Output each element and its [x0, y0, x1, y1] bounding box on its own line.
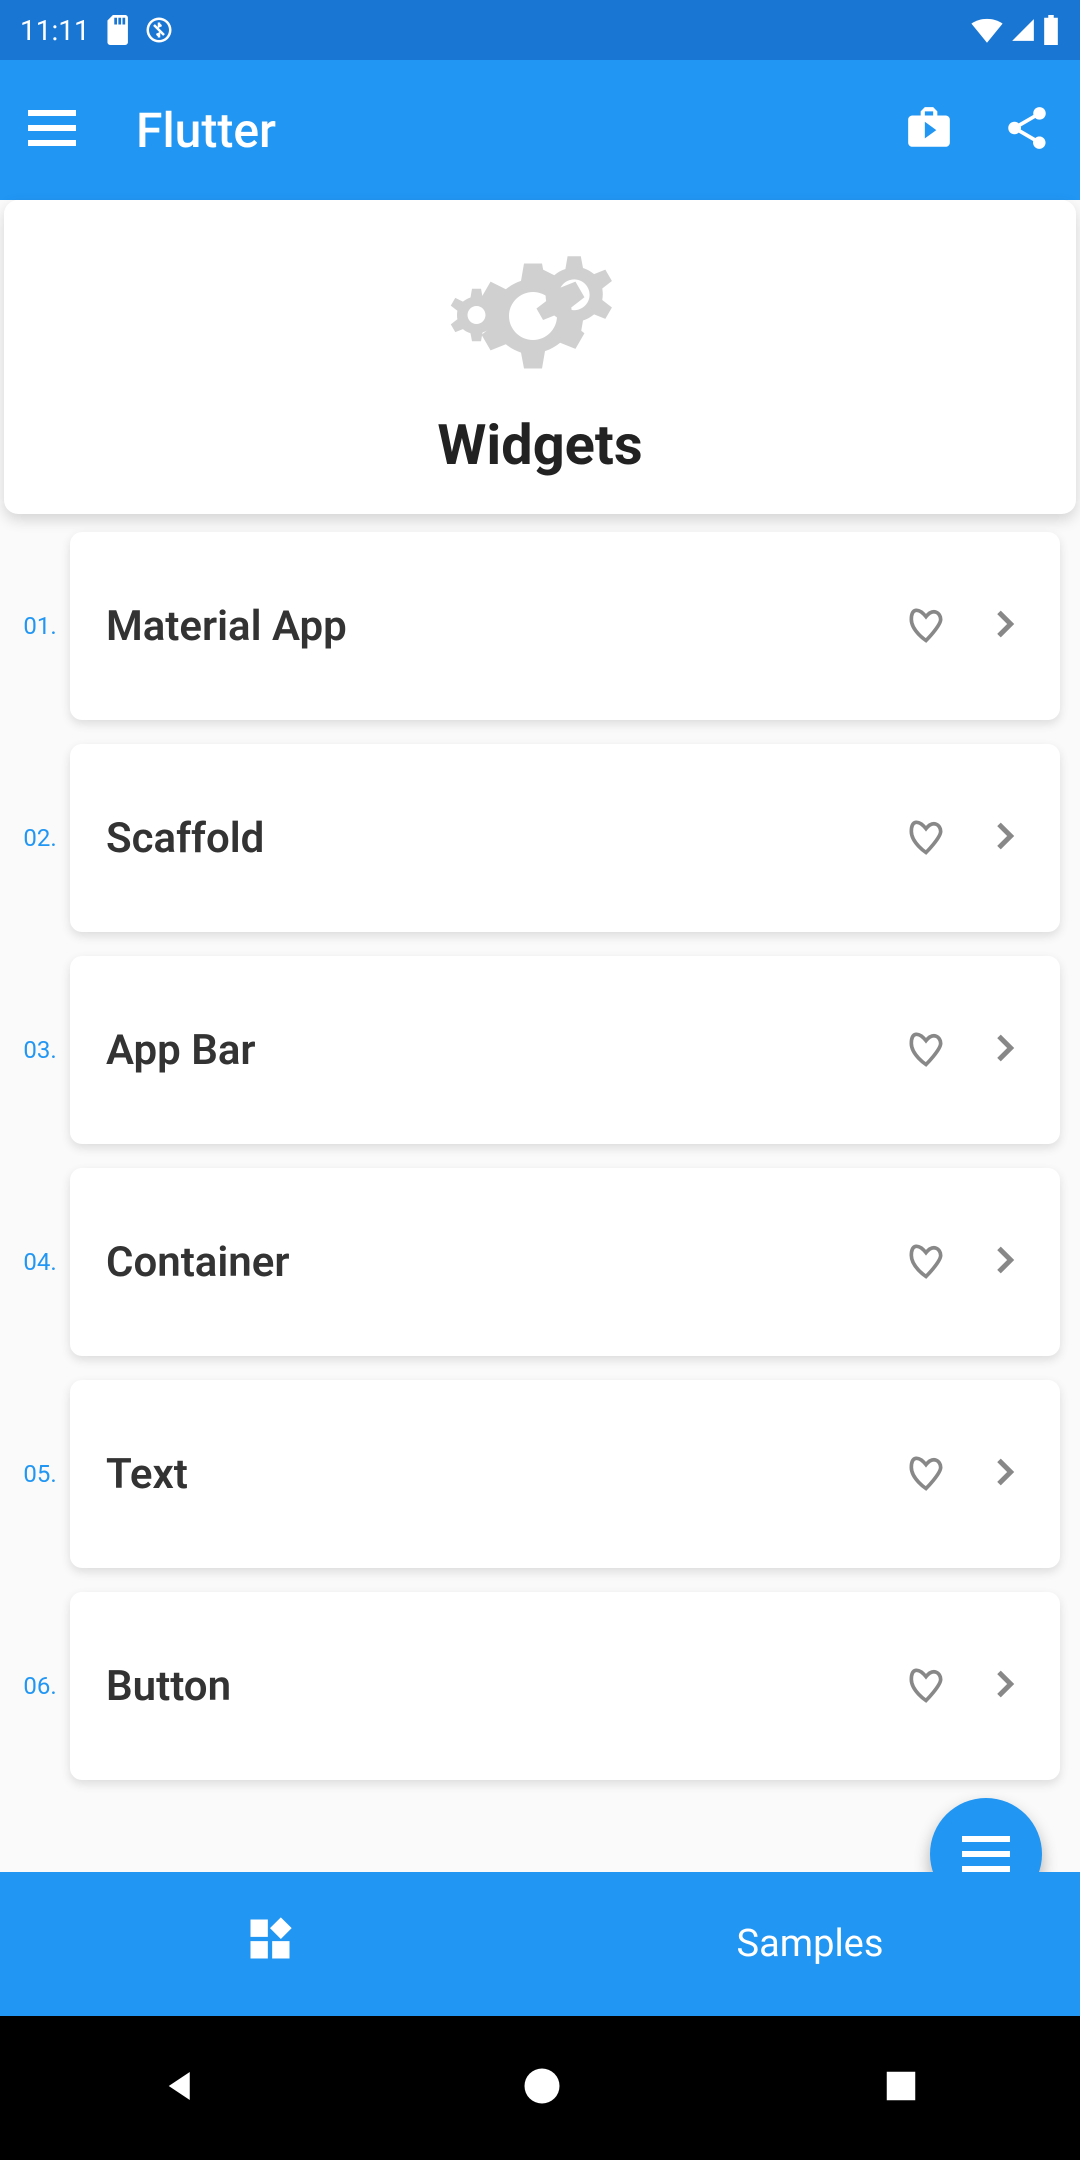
hero-card: Widgets	[4, 200, 1076, 514]
list-item: 06. Button	[10, 1592, 1060, 1780]
tab-widgets[interactable]	[0, 1872, 540, 2016]
wifi-icon	[970, 17, 1004, 43]
list-item: 01. Material App	[10, 532, 1060, 720]
widget-card-container[interactable]: Container	[70, 1168, 1060, 1356]
sd-card-icon	[104, 15, 130, 45]
heart-icon[interactable]	[904, 1026, 948, 1074]
chevron-right-icon[interactable]	[984, 816, 1024, 860]
chevron-right-icon[interactable]	[984, 1028, 1024, 1072]
heart-icon[interactable]	[904, 1450, 948, 1498]
battery-icon	[1042, 15, 1060, 45]
play-store-icon[interactable]	[904, 103, 954, 157]
chevron-right-icon[interactable]	[984, 1664, 1024, 1708]
widget-card-material-app[interactable]: Material App	[70, 532, 1060, 720]
card-title: Scaffold	[106, 814, 904, 863]
back-icon[interactable]	[160, 2065, 202, 2111]
item-number: 05.	[10, 1460, 70, 1488]
list-item: 05. Text	[10, 1380, 1060, 1568]
card-title: Container	[106, 1238, 904, 1287]
card-title: Material App	[106, 602, 904, 651]
widget-card-appbar[interactable]: App Bar	[70, 956, 1060, 1144]
status-time: 11:11	[20, 14, 90, 47]
menu-icon[interactable]	[28, 110, 76, 150]
heart-icon[interactable]	[904, 1662, 948, 1710]
home-icon[interactable]	[521, 2065, 563, 2111]
tab-samples[interactable]: Samples	[540, 1872, 1080, 2016]
android-nav-bar	[0, 2016, 1080, 2160]
heart-icon[interactable]	[904, 1238, 948, 1286]
appbar-title: Flutter	[136, 102, 904, 159]
chevron-right-icon[interactable]	[984, 1240, 1024, 1284]
heart-icon[interactable]	[904, 814, 948, 862]
widget-list: 01. Material App 02. Scaffold 03. App Ba…	[0, 514, 1080, 1984]
item-number: 03.	[10, 1036, 70, 1064]
no-sync-icon	[144, 15, 174, 45]
widgets-tab-icon	[244, 1913, 296, 1975]
heart-icon[interactable]	[904, 602, 948, 650]
item-number: 04.	[10, 1248, 70, 1276]
chevron-right-icon[interactable]	[984, 604, 1024, 648]
tab-samples-label: Samples	[737, 1922, 884, 1966]
list-item: 02. Scaffold	[10, 744, 1060, 932]
card-title: App Bar	[106, 1026, 904, 1075]
app-bar: Flutter	[0, 60, 1080, 200]
widget-card-button[interactable]: Button	[70, 1592, 1060, 1780]
item-number: 01.	[10, 612, 70, 640]
widget-card-text[interactable]: Text	[70, 1380, 1060, 1568]
widget-card-scaffold[interactable]: Scaffold	[70, 744, 1060, 932]
signal-icon	[1010, 17, 1036, 43]
status-bar: 11:11	[0, 0, 1080, 60]
bottom-tabs: Samples	[0, 1872, 1080, 2016]
card-title: Text	[106, 1450, 904, 1499]
hero-title: Widgets	[437, 412, 642, 478]
list-item: 03. App Bar	[10, 956, 1060, 1144]
item-number: 02.	[10, 824, 70, 852]
item-number: 06.	[10, 1672, 70, 1700]
gears-icon	[410, 224, 670, 408]
chevron-right-icon[interactable]	[984, 1452, 1024, 1496]
card-title: Button	[106, 1662, 904, 1711]
recent-icon[interactable]	[882, 2067, 920, 2109]
share-icon[interactable]	[1002, 103, 1052, 157]
list-item: 04. Container	[10, 1168, 1060, 1356]
